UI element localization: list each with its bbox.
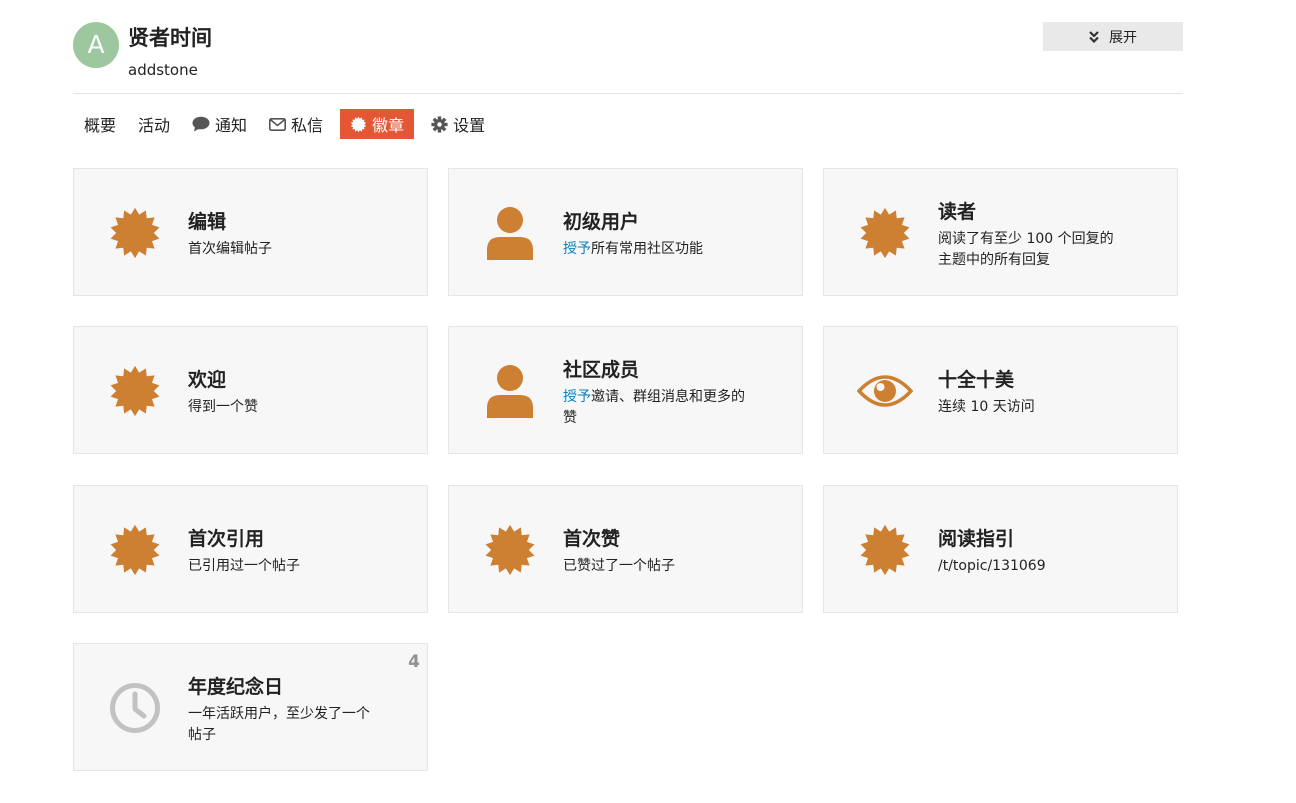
badge-card-member[interactable]: 社区成员 授予邀请、群组消息和更多的赞 xyxy=(448,326,803,454)
avatar[interactable]: A xyxy=(73,22,119,68)
expand-label: 展开 xyxy=(1109,29,1137,46)
user-icon xyxy=(487,207,533,260)
badge-description: 连续 10 天访问 xyxy=(938,399,1035,415)
badge-description: 得到一个赞 xyxy=(188,399,258,415)
badge-title[interactable]: 首次引用 xyxy=(188,524,264,551)
badge-card-first-like[interactable]: 首次赞 已赞过了一个帖子 xyxy=(448,485,803,613)
badge-card-welcome[interactable]: 欢迎 得到一个赞 xyxy=(73,326,428,454)
badge-description: 首次编辑帖子 xyxy=(188,241,272,257)
tab-badges[interactable]: 徽章 xyxy=(340,109,415,139)
eye-icon xyxy=(857,375,913,407)
tab-preferences[interactable]: 设置 xyxy=(420,109,496,139)
tab-messages[interactable]: 私信 xyxy=(258,109,334,139)
badge-description: 授予所有常用社区功能 xyxy=(563,239,753,260)
badge-title[interactable]: 社区成员 xyxy=(563,355,639,382)
certificate-icon xyxy=(860,207,910,259)
certificate-icon xyxy=(110,365,160,417)
badge-card-anniversary[interactable]: 4 年度纪念日 一年活跃用户，至少发了一个帖子 xyxy=(73,643,428,771)
badge-description: 一年活跃用户，至少发了一个帖子 xyxy=(188,706,370,743)
badge-description-text: 所有常用社区功能 xyxy=(591,241,703,257)
badge-card-editor[interactable]: 编辑 首次编辑帖子 xyxy=(73,168,428,296)
tab-notifications[interactable]: 通知 xyxy=(181,109,258,139)
certificate-icon xyxy=(110,524,160,576)
tab-summary[interactable]: 概要 xyxy=(73,109,127,139)
user-display-name: 贤者时间 xyxy=(128,26,212,50)
badge-description: /t/topic/131069 xyxy=(938,558,1046,574)
badge-description: 阅读了有至少 100 个回复的主题中的所有回复 xyxy=(938,231,1114,268)
badge-description: 授予邀请、群组消息和更多的赞 xyxy=(563,387,753,429)
badge-card-first-quote[interactable]: 首次引用 已引用过一个帖子 xyxy=(73,485,428,613)
certificate-icon xyxy=(110,207,160,259)
tab-summary-label: 概要 xyxy=(84,116,117,135)
badge-card-basic-user[interactable]: 初级用户 授予所有常用社区功能 xyxy=(448,168,803,296)
double-chevron-down-icon xyxy=(1089,30,1099,43)
tab-activity[interactable]: 活动 xyxy=(127,109,181,139)
badge-description-text: 邀请、群组消息和更多的赞 xyxy=(563,389,745,426)
expand-profile-button[interactable]: 展开 xyxy=(1043,22,1183,51)
badge-card-read-guidelines[interactable]: 阅读指引 /t/topic/131069 xyxy=(823,485,1178,613)
tab-notifications-label: 通知 xyxy=(215,116,248,135)
badge-description-link[interactable]: 授予 xyxy=(563,389,591,405)
user-icon xyxy=(487,365,533,418)
tab-preferences-label: 设置 xyxy=(453,116,486,135)
certificate-icon xyxy=(350,116,367,132)
badge-card-reader[interactable]: 读者 阅读了有至少 100 个回复的主题中的所有回复 xyxy=(823,168,1178,296)
badge-description: 已赞过了一个帖子 xyxy=(563,558,675,574)
comment-icon xyxy=(192,116,210,132)
badge-title[interactable]: 首次赞 xyxy=(563,524,620,551)
badge-title[interactable]: 欢迎 xyxy=(188,365,226,392)
tab-badges-label: 徽章 xyxy=(372,116,405,135)
badge-grant-count: 4 xyxy=(408,652,420,672)
badge-description: 已引用过一个帖子 xyxy=(188,558,300,574)
certificate-icon xyxy=(485,524,535,576)
clock-icon xyxy=(110,683,160,733)
badge-title[interactable]: 读者 xyxy=(938,197,976,224)
badge-title[interactable]: 十全十美 xyxy=(938,365,1014,392)
badge-title[interactable]: 阅读指引 xyxy=(938,524,1014,551)
header-divider xyxy=(73,93,1183,94)
badge-card-devotee[interactable]: 十全十美 连续 10 天访问 xyxy=(823,326,1178,454)
tab-activity-label: 活动 xyxy=(138,116,171,135)
badge-title[interactable]: 初级用户 xyxy=(563,207,639,234)
username: addstone xyxy=(128,61,198,79)
badge-description-link[interactable]: 授予 xyxy=(563,241,591,257)
badge-title[interactable]: 年度纪念日 xyxy=(188,672,283,699)
badge-title[interactable]: 编辑 xyxy=(188,207,226,234)
envelope-icon xyxy=(269,117,287,131)
profile-nav: 概要 活动 通知 私信 徽章 设置 xyxy=(73,109,496,139)
tab-messages-label: 私信 xyxy=(291,116,324,135)
certificate-icon xyxy=(860,524,910,576)
gear-icon xyxy=(431,115,448,133)
